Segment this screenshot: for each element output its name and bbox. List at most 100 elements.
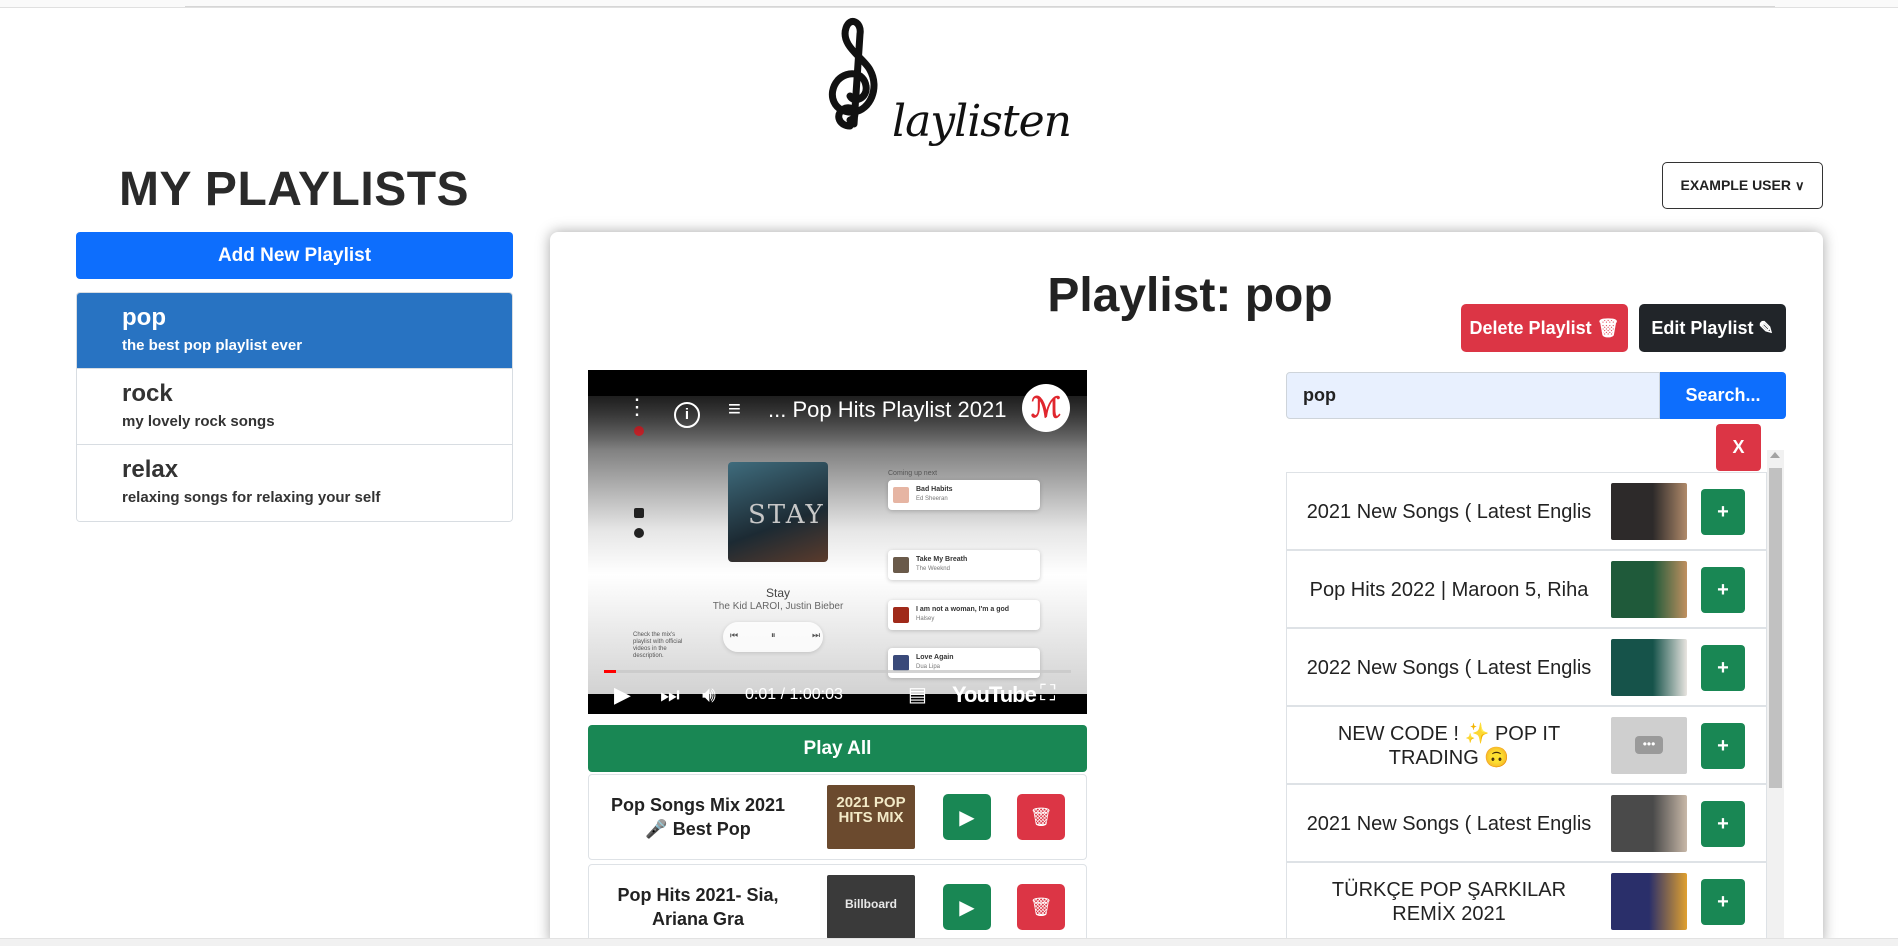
user-menu-button[interactable]: EXAMPLE USER ∨ [1662, 162, 1823, 209]
bottom-border [0, 938, 1898, 946]
more-horizontal-icon: ••• [1635, 736, 1663, 754]
thumbnail-text: Billboard [844, 897, 897, 911]
up-next-thumb [893, 557, 909, 573]
youtube-logo[interactable]: YouTube [952, 682, 1037, 708]
up-next-item: I am not a woman, I'm a god Halsey [888, 600, 1040, 630]
playlist-item-pop[interactable]: pop the best pop playlist ever [77, 293, 512, 369]
logo-text: laylisten [892, 96, 1072, 147]
delete-song-button[interactable]: 🗑︎ [1017, 794, 1065, 840]
up-next-artist: The Weeknd [916, 566, 950, 572]
playlist-description: my lovely rock songs [122, 413, 275, 430]
up-next-song: Love Again [916, 654, 954, 661]
play-song-button[interactable]: ▶ [943, 884, 991, 930]
previous-icon: ⏮ [730, 630, 739, 640]
channel-avatar-icon[interactable]: ℳ [1022, 384, 1070, 432]
add-to-playlist-button[interactable]: + [1701, 801, 1745, 847]
delete-playlist-label: Delete Playlist [1469, 317, 1592, 338]
up-next-label: Coming up next [888, 470, 938, 477]
youtube-icon [634, 508, 644, 518]
song-title: Pop Songs Mix 2021 🎤 Best Pop [610, 795, 786, 839]
add-to-playlist-button[interactable]: + [1701, 879, 1745, 925]
result-row: 2022 New Songs ( Latest Englis + [1286, 628, 1767, 706]
add-new-playlist-button[interactable]: Add New Playlist [76, 232, 513, 279]
my-playlists-title: MY PLAYLISTS [118, 163, 470, 216]
video-time: 0:01 / 1:00:03 [745, 686, 843, 703]
scroll-up-icon[interactable] [1770, 452, 1780, 458]
add-to-playlist-button[interactable]: + [1701, 645, 1745, 691]
up-next-item: Love Again Dua Lipa [888, 648, 1040, 678]
search-input[interactable] [1286, 372, 1660, 419]
up-next-artist: Ed Sheeran [916, 496, 948, 502]
now-playing-song: Stay [765, 586, 790, 600]
song-row: Pop Songs Mix 2021 🎤 Best Pop 2021 POP H… [588, 774, 1087, 860]
playlist-list: pop the best pop playlist ever rock my l… [76, 292, 513, 522]
info-icon[interactable]: i [674, 402, 700, 428]
album-art: STAY [728, 462, 828, 562]
song-thumbnail: 2021 POP HITS MIX [827, 785, 915, 849]
trash-icon: 🗑︎ [1029, 896, 1053, 917]
add-to-playlist-button[interactable]: + [1701, 723, 1745, 769]
next-icon: ⏭ [812, 630, 821, 640]
skip-next-icon[interactable]: ⏭ [660, 682, 680, 708]
up-next-thumb [893, 607, 909, 623]
up-next-song: Bad Habits [916, 486, 953, 493]
video-title[interactable]: ... Pop Hits Playlist 2021 [768, 397, 1006, 423]
up-next-song: Take My Breath [916, 556, 968, 563]
result-title: Pop Hits 2022 | Maroon 5, Riha [1309, 579, 1589, 601]
result-title: 2021 New Songs ( Latest Englis [1306, 501, 1592, 523]
add-to-playlist-button[interactable]: + [1701, 567, 1745, 613]
result-thumbnail [1611, 483, 1687, 540]
playlist-name: relax [122, 456, 179, 483]
app-logo[interactable]: laylisten [820, 14, 1072, 147]
results-scrollbar[interactable] [1767, 450, 1784, 946]
result-thumbnail: ••• [1611, 717, 1687, 774]
result-row: TÜRKÇE POP ŞARKILAR REMİX 2021 + [1286, 862, 1767, 940]
song-row: Pop Hits 2021- Sia, Ariana Gra Billboard… [588, 864, 1087, 946]
result-row: Pop Hits 2022 | Maroon 5, Riha + [1286, 550, 1767, 628]
playlist-name: pop [122, 304, 166, 331]
result-thumbnail [1611, 561, 1687, 618]
more-vert-icon[interactable]: ⋮ [626, 394, 648, 420]
search-button[interactable]: Search... [1660, 372, 1786, 419]
fullscreen-icon[interactable]: ⛶ [1040, 680, 1055, 706]
play-icon: ▶ [959, 806, 975, 829]
spotify-icon [634, 528, 644, 538]
result-title: 2022 New Songs ( Latest Englis [1306, 657, 1592, 679]
delete-playlist-button[interactable]: Delete Playlist 🗑︎ [1461, 304, 1628, 352]
volume-icon[interactable]: 🔊︎ [702, 682, 716, 708]
result-row: 2021 New Songs ( Latest Englis + [1286, 784, 1767, 862]
scrollbar-thumb[interactable] [1769, 468, 1782, 788]
play-song-button[interactable]: ▶ [943, 794, 991, 840]
playlist-description: the best pop playlist ever [122, 337, 303, 354]
play-all-button[interactable]: Play All [588, 725, 1087, 772]
pencil-icon: ✎ [1758, 317, 1774, 338]
video-progress-fill [604, 670, 616, 673]
album-art-text: STAY [748, 500, 825, 530]
clear-search-button[interactable]: X [1716, 424, 1761, 471]
up-next-thumb [893, 655, 909, 671]
result-thumbnail [1611, 873, 1687, 930]
result-title: NEW CODE ! ✨ POP IT TRADING 🙃 [1337, 723, 1561, 769]
add-to-playlist-button[interactable]: + [1701, 489, 1745, 535]
search-results[interactable]: 2021 New Songs ( Latest Englis + Pop Hit… [1286, 450, 1768, 946]
up-next-thumb [893, 487, 909, 503]
result-thumbnail [1611, 639, 1687, 696]
playlist-icon[interactable]: ≡ [728, 396, 741, 422]
video-player[interactable]: Check the mix's playlist with official v… [588, 370, 1087, 714]
play-icon: ▶ [959, 896, 975, 919]
up-next-song: I am not a woman, I'm a god [916, 606, 1010, 613]
playlist-item-rock[interactable]: rock my lovely rock songs [77, 369, 512, 445]
result-row: NEW CODE ! ✨ POP IT TRADING 🙃 ••• + [1286, 706, 1767, 784]
video-progress-bar[interactable] [604, 670, 1071, 673]
result-title: TÜRKÇE POP ŞARKILAR REMİX 2021 [1331, 879, 1567, 925]
delete-song-button[interactable]: 🗑︎ [1017, 884, 1065, 930]
play-icon[interactable]: ▶ [614, 682, 631, 708]
top-border [0, 0, 1898, 8]
playlist-heading: Playlist: pop [1047, 269, 1333, 322]
edit-playlist-button[interactable]: Edit Playlist ✎ [1639, 304, 1786, 352]
playlist-item-relax[interactable]: relax relaxing songs for relaxing your s… [77, 445, 512, 521]
subtitles-icon[interactable]: ▤ [908, 682, 927, 707]
up-next-item: Take My Breath The Weeknd [888, 550, 1040, 580]
up-next-artist: Halsey [916, 616, 935, 622]
trash-icon: 🗑︎ [1596, 317, 1620, 338]
